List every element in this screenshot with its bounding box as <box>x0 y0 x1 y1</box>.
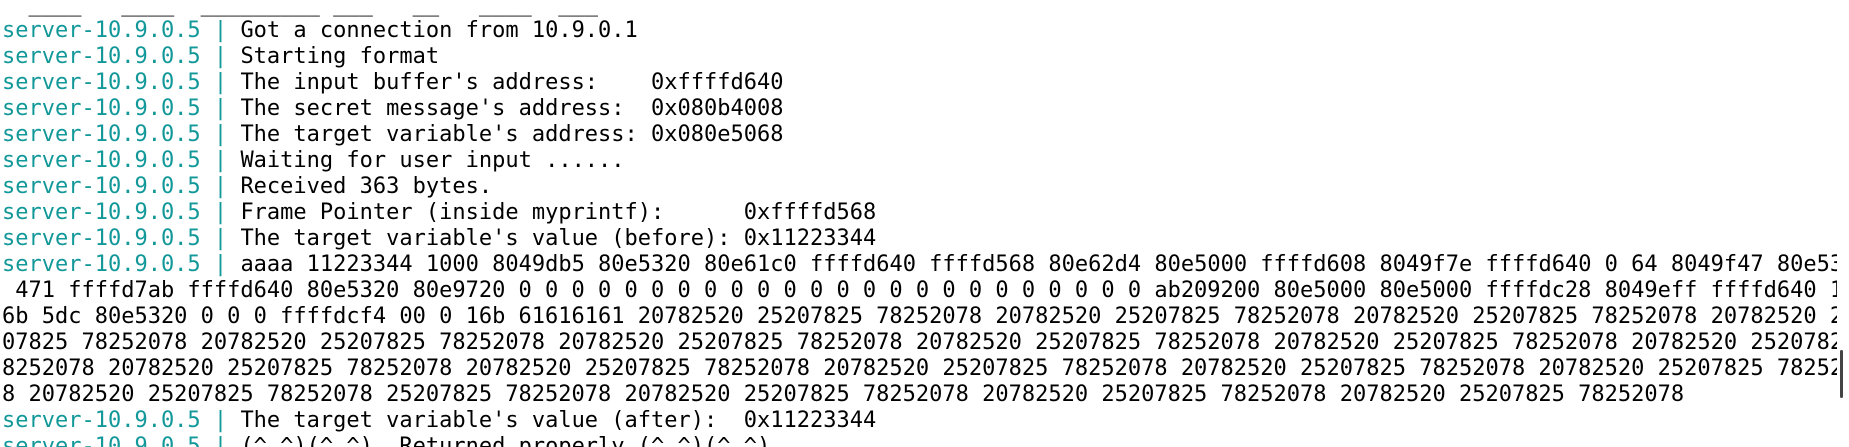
line-text: 6b 5dc 80e5320 0 0 0 ffffdcf4 00 0 16b 6… <box>2 304 1837 329</box>
terminal-line: 471 ffffd7ab ffffd640 80e5320 80e9720 0 … <box>2 278 1837 304</box>
line-separator: | <box>200 122 241 147</box>
terminal-scrollbar[interactable] <box>1840 350 1843 398</box>
terminal-line: server-10.9.0.5 | Starting format <box>2 44 1837 70</box>
terminal-line: server-10.9.0.5 | aaaa 11223344 1000 804… <box>2 252 1837 278</box>
line-separator: | <box>200 148 241 173</box>
server-prefix: server-10.9.0.5 <box>2 252 201 277</box>
terminal-output[interactable]: ____ ____ _________ ___ __ ____ ___ serve… <box>2 0 1837 447</box>
line-text: Frame Pointer (inside myprintf): 0xffffd… <box>240 200 877 225</box>
line-separator: | <box>200 96 241 121</box>
server-prefix: server-10.9.0.5 <box>2 70 201 95</box>
line-text: 07825 78252078 20782520 25207825 7825207… <box>2 330 1837 355</box>
line-text: The target variable's address: 0x080e506… <box>240 122 784 147</box>
line-separator: | <box>200 252 241 277</box>
line-text: The input buffer's address: 0xffffd640 <box>240 70 784 95</box>
line-separator: | <box>200 70 241 95</box>
line-text: The target variable's value (before): 0x… <box>240 226 877 251</box>
terminal-line: ____ ____ _________ ___ __ ____ ___ <box>2 0 1837 18</box>
terminal-line: server-10.9.0.5 | The target variable's … <box>2 226 1837 252</box>
line-text: The target variable's value (after): 0x1… <box>240 408 877 433</box>
line-text: Received 363 bytes. <box>240 174 493 199</box>
terminal-line: server-10.9.0.5 | Received 363 bytes. <box>2 174 1837 200</box>
line-text: (^_^)(^_^) Returned properly (^_^)(^_^) <box>240 434 771 447</box>
server-prefix: server-10.9.0.5 <box>2 96 201 121</box>
server-prefix: server-10.9.0.5 <box>2 200 201 225</box>
line-separator: | <box>200 18 241 43</box>
line-separator: | <box>200 200 241 225</box>
terminal-line: server-10.9.0.5 | The target variable's … <box>2 122 1837 148</box>
server-prefix: server-10.9.0.5 <box>2 44 201 69</box>
line-separator: | <box>200 226 241 251</box>
line-text: Starting format <box>240 44 440 69</box>
line-separator: | <box>200 408 241 433</box>
terminal-line: 8 20782520 25207825 78252078 25207825 78… <box>2 382 1837 408</box>
server-prefix: server-10.9.0.5 <box>2 434 201 447</box>
terminal-line: server-10.9.0.5 | (^_^)(^_^) Returned pr… <box>2 434 1837 447</box>
server-prefix: server-10.9.0.5 <box>2 174 201 199</box>
server-prefix: server-10.9.0.5 <box>2 148 201 173</box>
terminal-line: server-10.9.0.5 | Got a connection from … <box>2 18 1837 44</box>
line-text: Got a connection from 10.9.0.1 <box>240 18 638 43</box>
line-separator: | <box>200 174 241 199</box>
terminal-line: server-10.9.0.5 | The secret message's a… <box>2 96 1837 122</box>
server-prefix: server-10.9.0.5 <box>2 18 201 43</box>
line-text: 471 ffffd7ab ffffd640 80e5320 80e9720 0 … <box>2 278 1837 303</box>
terminal-line: server-10.9.0.5 | Waiting for user input… <box>2 148 1837 174</box>
terminal-line: 6b 5dc 80e5320 0 0 0 ffffdcf4 00 0 16b 6… <box>2 304 1837 330</box>
server-prefix: server-10.9.0.5 <box>2 122 201 147</box>
terminal-line: 8252078 20782520 25207825 78252078 20782… <box>2 356 1837 382</box>
line-text: aaaa 11223344 1000 8049db5 80e5320 80e61… <box>240 252 1837 277</box>
terminal-line: 07825 78252078 20782520 25207825 7825207… <box>2 330 1837 356</box>
line-text: Waiting for user input ...... <box>240 148 625 173</box>
line-text: 8252078 20782520 25207825 78252078 20782… <box>2 356 1837 381</box>
line-separator: | <box>200 44 241 69</box>
terminal-line: server-10.9.0.5 | The input buffer's add… <box>2 70 1837 96</box>
server-prefix: server-10.9.0.5 <box>2 408 201 433</box>
line-text: ____ ____ _________ ___ __ ____ ___ <box>2 0 599 17</box>
line-text: The secret message's address: 0x080b4008 <box>240 96 784 121</box>
line-separator: | <box>200 434 241 447</box>
line-text: 8 20782520 25207825 78252078 25207825 78… <box>2 382 1685 407</box>
server-prefix: server-10.9.0.5 <box>2 226 201 251</box>
terminal-line: server-10.9.0.5 | Frame Pointer (inside … <box>2 200 1837 226</box>
terminal-line: server-10.9.0.5 | The target variable's … <box>2 408 1837 434</box>
